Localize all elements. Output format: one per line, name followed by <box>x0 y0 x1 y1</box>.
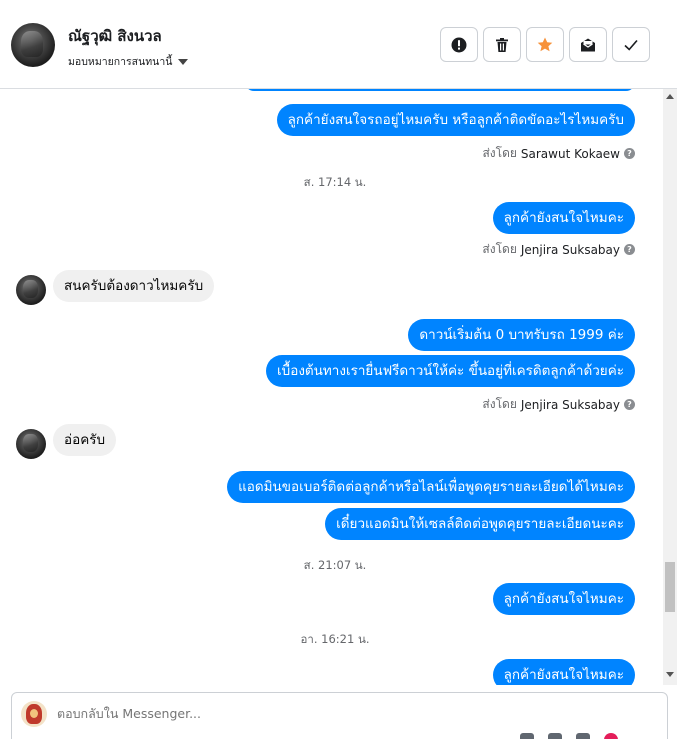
message-bubble-outgoing: เดี๋ยวแอดมินให้เซลล์ติดต่อพูดคุยรายละเอี… <box>325 508 635 540</box>
composer-area <box>0 685 677 739</box>
attachment-icon[interactable] <box>520 733 534 739</box>
assign-label: มอบหมายการสนทนานี้ <box>68 56 173 68</box>
message-thread: ลูกค้ายังสนใจรถอยู่ไหมครับ หรือลูกค้าติด… <box>0 89 663 685</box>
assign-conversation-dropdown[interactable]: มอบหมายการสนทนานี้ <box>68 53 189 70</box>
check-icon <box>624 39 638 51</box>
timestamp: ส. 17:14 น. <box>303 175 367 189</box>
caret-down-icon <box>178 58 189 65</box>
contact-avatar[interactable] <box>11 23 55 67</box>
sender-name: Sarawut Kokaew <box>520 146 620 161</box>
info-icon[interactable]: ? <box>624 148 635 159</box>
reply-box <box>11 692 668 739</box>
star-icon <box>537 37 553 51</box>
page-avatar <box>21 701 47 727</box>
envelope-icon <box>581 38 595 51</box>
done-button[interactable] <box>612 27 650 62</box>
message-bubble-outgoing: ลูกค้ายังสนใจไหมคะ <box>492 659 635 685</box>
message-bubble-outgoing: ลูกค้ายังสนใจไหมคะ <box>492 202 635 234</box>
sent-by-label: ส่งโดย Jenjira Suksabay ? <box>482 240 635 259</box>
message-bubble-outgoing: ลูกค้ายังสนใจรถอยู่ไหมครับ หรือลูกค้าติด… <box>276 104 635 136</box>
conversation-header: ณัฐวุฒิ สิงนวล มอบหมายการสนทนานี้ <box>0 0 677 89</box>
contact-avatar-small <box>16 275 46 305</box>
sticker-icon[interactable] <box>576 733 590 739</box>
sender-name: Jenjira Suksabay <box>520 242 620 257</box>
sent-by-label: ส่งโดย Jenjira Suksabay ? <box>482 395 635 414</box>
sent-by-label: ส่งโดย Sarawut Kokaew ? <box>482 144 635 163</box>
trash-icon <box>496 37 508 52</box>
scroll-down-arrow-icon[interactable] <box>666 672 674 677</box>
message-bubble-outgoing: แอดมินขอเบอร์ติดต่อลูกค้าหรือไลน์เพื่อพู… <box>227 471 635 503</box>
timestamp: ส. 21:07 น. <box>303 558 367 572</box>
message-bubble-incoming: สนครับต้องดาวไหมครับ <box>53 270 215 302</box>
message-bubble-incoming: อ่อครับ <box>53 424 117 456</box>
exclamation-circle-icon <box>451 37 467 52</box>
message-bubble-outgoing: เบื้องต้นทางเรายื่นฟรีดาวน์ให้ค่ะ ขึ้นอย… <box>266 355 635 387</box>
reply-input[interactable] <box>57 706 457 721</box>
composer-tools <box>520 733 618 739</box>
report-button[interactable] <box>440 27 478 62</box>
timestamp: อา. 16:21 น. <box>300 632 370 646</box>
message-bubble-outgoing: ดาวน์เริ่มต้น 0 บาทรับรถ 1999 ค่ะ <box>408 319 635 351</box>
star-button[interactable] <box>526 27 564 62</box>
contact-avatar-small <box>16 429 46 459</box>
scroll-up-arrow-icon[interactable] <box>666 94 674 99</box>
contact-name[interactable]: ณัฐวุฒิ สิงนวล <box>68 24 162 48</box>
mark-unread-button[interactable] <box>569 27 607 62</box>
info-icon[interactable]: ? <box>624 399 635 410</box>
scroll-thumb[interactable] <box>665 562 675 612</box>
conversation-actions <box>440 27 650 62</box>
emoji-icon[interactable] <box>604 733 618 739</box>
info-icon[interactable]: ? <box>624 244 635 255</box>
thread-scrollbar[interactable] <box>663 89 677 685</box>
sender-name: Jenjira Suksabay <box>520 397 620 412</box>
message-bubble-outgoing-partial <box>245 89 635 91</box>
message-bubble-outgoing: ลูกค้ายังสนใจไหมคะ <box>492 583 635 615</box>
image-icon[interactable] <box>548 733 562 739</box>
delete-button[interactable] <box>483 27 521 62</box>
